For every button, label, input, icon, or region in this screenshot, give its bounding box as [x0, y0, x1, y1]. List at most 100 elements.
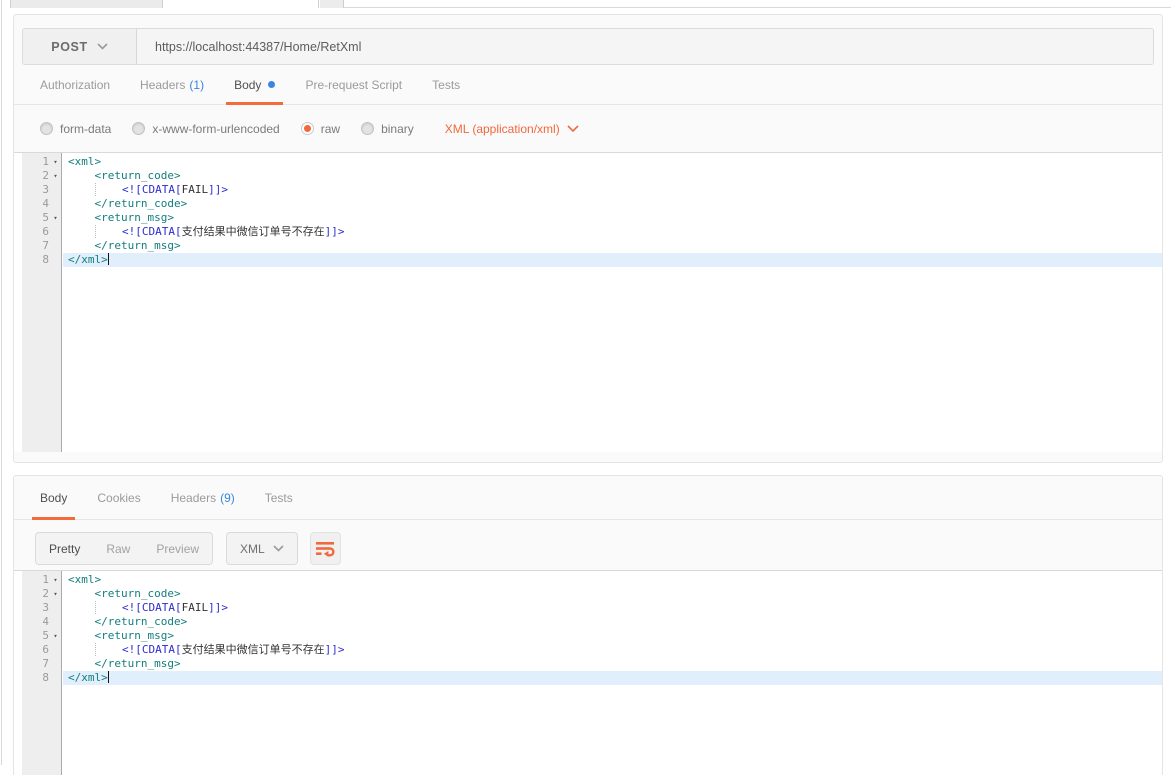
line-number: 6 [42, 225, 49, 239]
window-left-edge [1, 0, 2, 765]
tab-response-tests[interactable]: Tests [257, 476, 301, 519]
line-number: 1 [42, 573, 49, 587]
tab-tests[interactable]: Tests [424, 65, 468, 104]
code-line[interactable]: 4 </return_code> [22, 615, 1162, 629]
line-number: 2 [42, 587, 49, 601]
code-line[interactable]: 7 </return_msg> [22, 657, 1162, 671]
tab-authorization[interactable]: Authorization [32, 65, 118, 104]
text-cursor [108, 671, 109, 683]
code-line[interactable]: 5▾ <return_msg> [22, 629, 1162, 643]
code-line[interactable]: 8 </xml> [22, 253, 1162, 267]
response-body-editor[interactable]: 1▾<xml>2▾ <return_code>3 <![CDATA[FAIL]]… [14, 570, 1162, 775]
response-format-dropdown[interactable]: XML [226, 532, 298, 565]
body-mode-row: form-data x-www-form-urlencoded raw bina… [14, 105, 1162, 152]
wrap-lines-button[interactable] [310, 532, 341, 565]
fold-arrow-icon[interactable]: ▾ [49, 169, 62, 183]
line-number-cell: 3 [22, 183, 62, 197]
tab-response-headers[interactable]: Headers (9) [163, 476, 243, 519]
tab-label: Headers [171, 491, 216, 505]
fold-arrow-icon[interactable]: ▾ [49, 211, 62, 225]
code-token-ws [68, 587, 95, 600]
fold-arrow-icon[interactable]: ▾ [49, 629, 62, 643]
tab-label: Authorization [40, 78, 110, 92]
app-tab-strip [0, 0, 1171, 8]
line-number: 8 [42, 253, 49, 267]
fold-arrow-icon[interactable]: ▾ [49, 587, 62, 601]
tab-response-cookies[interactable]: Cookies [89, 476, 148, 519]
code-token-tag: </xml> [68, 671, 108, 684]
radio-icon-selected[interactable] [301, 122, 314, 135]
content-type-label: XML (application/xml) [445, 122, 560, 136]
mode-form-data[interactable]: form-data [40, 122, 111, 136]
app-tab-new-button[interactable] [320, 0, 344, 8]
code-token-ws [68, 601, 95, 614]
view-raw-button[interactable]: Raw [93, 533, 143, 564]
code-token-atom: <![CDATA[ [122, 225, 182, 238]
line-number: 6 [42, 643, 49, 657]
mode-raw[interactable]: raw [301, 122, 340, 136]
code-token-tag: <return_msg> [95, 629, 174, 642]
mode-x-www-form-urlencoded[interactable]: x-www-form-urlencoded [132, 122, 279, 136]
line-number-cell: 1▾ [22, 573, 62, 587]
code-token-atom: <![CDATA[ [122, 643, 182, 656]
tab-body[interactable]: Body [226, 65, 283, 104]
code-line[interactable]: 4 </return_code> [22, 197, 1162, 211]
radio-icon[interactable] [132, 122, 145, 135]
code-line[interactable]: 6 <![CDATA[支付结果中微信订单号不存在]]> [22, 643, 1162, 657]
view-label: Preview [156, 542, 199, 556]
line-number: 4 [42, 197, 49, 211]
code-line[interactable]: 3 <![CDATA[FAIL]]> [22, 183, 1162, 197]
chevron-down-icon [97, 43, 108, 50]
code-text: </return_code> [63, 197, 1162, 211]
request-body-editor[interactable]: 1▾<xml>2▾ <return_code>3 <![CDATA[FAIL]]… [14, 152, 1162, 452]
line-number-cell: 5▾ [22, 629, 62, 643]
code-token-tag: </return_msg> [95, 657, 181, 670]
content-type-dropdown[interactable]: XML (application/xml) [445, 122, 579, 136]
fold-arrow-icon[interactable]: ▾ [49, 573, 62, 587]
tab-pre-request-script[interactable]: Pre-request Script [297, 65, 410, 104]
view-label: Raw [106, 542, 130, 556]
tab-headers[interactable]: Headers (1) [132, 65, 212, 104]
code-text: <return_msg> [63, 211, 1162, 225]
code-token-tag: </xml> [68, 253, 108, 266]
code-text: <xml> [63, 155, 1162, 169]
line-number: 5 [42, 629, 49, 643]
view-preview-button[interactable]: Preview [143, 533, 212, 564]
code-line[interactable]: 5▾ <return_msg> [22, 211, 1162, 225]
code-text: <![CDATA[支付结果中微信订单号不存在]]> [63, 225, 1162, 239]
code-token-ws [68, 657, 95, 670]
chevron-down-icon [567, 125, 579, 133]
url-input[interactable]: https://localhost:44387/Home/RetXml [137, 29, 1153, 64]
code-line[interactable]: 8</xml> [22, 671, 1162, 685]
code-line[interactable]: 7 </return_msg> [22, 239, 1162, 253]
code-text: <![CDATA[FAIL]]> [63, 601, 1162, 615]
radio-icon[interactable] [40, 122, 53, 135]
line-number-cell: 7 [22, 239, 62, 253]
code-line[interactable]: 1▾<xml> [22, 155, 1162, 169]
app-tab-inactive[interactable] [10, 0, 163, 8]
code-token-ws [68, 643, 95, 656]
view-mode-group: Pretty Raw Preview [35, 532, 213, 565]
code-token-tag: <return_code> [95, 169, 181, 182]
request-code-lines: 1▾<xml>2▾ <return_code>3 <![CDATA[FAIL]]… [22, 155, 1162, 267]
code-line[interactable]: 2▾ <return_code> [22, 587, 1162, 601]
code-line[interactable]: 3 <![CDATA[FAIL]]> [22, 601, 1162, 615]
code-text: </return_code> [63, 615, 1162, 629]
fold-arrow-icon[interactable]: ▾ [49, 155, 62, 169]
radio-icon[interactable] [361, 122, 374, 135]
app-tab-active[interactable] [164, 0, 319, 8]
view-pretty-button[interactable]: Pretty [36, 533, 93, 564]
code-token-guide [95, 225, 123, 238]
tab-response-body[interactable]: Body [32, 476, 75, 519]
code-token-plain: 支付结果中微信订单号不存在 [182, 225, 325, 238]
code-token-tag: </return_code> [95, 615, 188, 628]
code-line[interactable]: 6 <![CDATA[支付结果中微信订单号不存在]]> [22, 225, 1162, 239]
mode-binary[interactable]: binary [361, 122, 414, 136]
method-dropdown[interactable]: POST [23, 29, 137, 64]
code-token-ws [68, 183, 95, 196]
code-line[interactable]: 1▾<xml> [22, 573, 1162, 587]
body-modified-dot [268, 81, 275, 88]
mode-label: binary [381, 122, 414, 136]
code-line[interactable]: 2▾ <return_code> [22, 169, 1162, 183]
code-token-ws [68, 211, 95, 224]
